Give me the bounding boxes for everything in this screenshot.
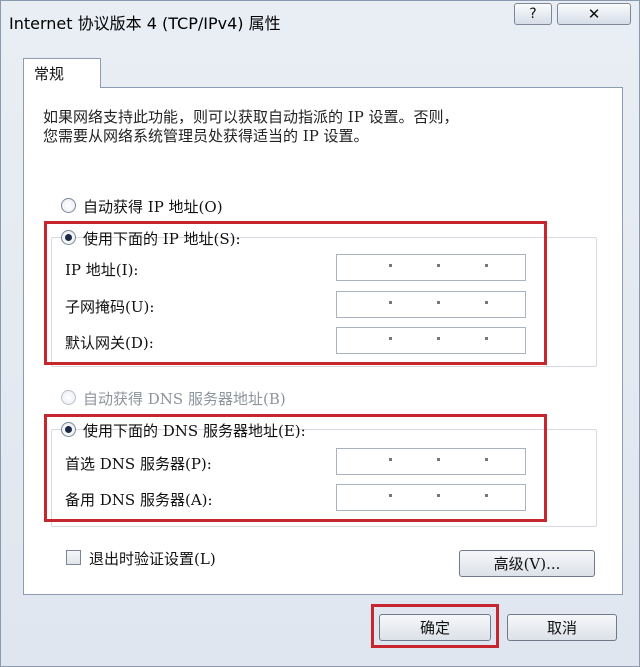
- tab-general[interactable]: 常规: [23, 58, 101, 88]
- close-icon: ✕: [587, 5, 601, 23]
- cancel-button[interactable]: 取消: [507, 614, 617, 641]
- advanced-button[interactable]: 高级(V)...: [459, 550, 595, 577]
- help-icon: ?: [529, 6, 537, 22]
- auto-dns-radio[interactable]: [61, 390, 76, 405]
- title-bar: Internet 协议版本 4 (TCP/IPv4) 属性 ? ✕: [1, 1, 640, 41]
- auto-dns-label: 自动获得 DNS 服务器地址(B): [83, 390, 286, 408]
- close-button[interactable]: ✕: [557, 3, 631, 25]
- ok-highlight-box: [371, 604, 499, 648]
- ip-highlight-box: [44, 221, 547, 365]
- validate-on-exit-label: 退出时验证设置(L): [89, 550, 216, 568]
- description-line-2: 您需要从网络系统管理员处获得适当的 IP 设置。: [43, 127, 369, 145]
- dns-highlight-box: [44, 414, 547, 522]
- description-text: 如果网络支持此功能，则可以获取自动指派的 IP 设置。否则， 您需要从网络系统管…: [43, 108, 459, 146]
- window-title: Internet 协议版本 4 (TCP/IPv4) 属性: [9, 14, 281, 33]
- help-button[interactable]: ?: [514, 3, 552, 25]
- description-line-1: 如果网络支持此功能，则可以获取自动指派的 IP 设置。否则，: [43, 108, 459, 126]
- dialog-window: Internet 协议版本 4 (TCP/IPv4) 属性 ? ✕ 常规 如果网…: [0, 0, 640, 667]
- tab-general-label: 常规: [34, 65, 65, 83]
- validate-on-exit-checkbox[interactable]: [66, 550, 81, 565]
- auto-ip-label: 自动获得 IP 地址(O): [83, 198, 223, 216]
- auto-ip-radio[interactable]: [61, 198, 76, 213]
